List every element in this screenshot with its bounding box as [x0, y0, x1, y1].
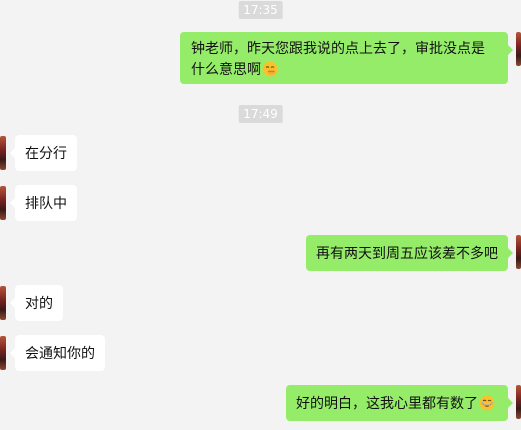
message-bubble-incoming[interactable]: 对的	[10, 285, 63, 321]
contact-avatar[interactable]	[0, 336, 6, 370]
grinning-face-icon	[479, 395, 495, 411]
message-bubble-incoming[interactable]: 排队中	[10, 185, 77, 221]
message-text: 会通知你的	[25, 346, 95, 362]
face-with-hand-over-mouth-icon	[262, 61, 278, 77]
my-avatar[interactable]	[516, 385, 521, 419]
timestamp: 17:35	[238, 1, 283, 19]
message-text: 排队中	[25, 196, 67, 212]
message-text: 好的明白，这我心里都有数了	[296, 396, 478, 412]
contact-avatar[interactable]	[0, 286, 6, 320]
message-text: 对的	[25, 296, 53, 312]
my-avatar[interactable]	[516, 235, 521, 269]
message-bubble-incoming[interactable]: 在分行	[10, 135, 77, 171]
message-text: 在分行	[25, 146, 67, 162]
message-bubble-outgoing[interactable]: 再有两天到周五应该差不多吧	[306, 235, 513, 271]
contact-avatar[interactable]	[0, 186, 6, 220]
message-bubble-outgoing[interactable]: 钟老师，昨天您跟我说的点上去了，审批没点是什么意思啊	[180, 32, 513, 84]
timestamp: 17:49	[238, 105, 283, 123]
message-text: 再有两天到周五应该差不多吧	[316, 246, 498, 262]
contact-avatar[interactable]	[0, 136, 6, 170]
my-avatar[interactable]	[516, 32, 521, 66]
message-bubble-incoming[interactable]: 会通知你的	[10, 335, 105, 371]
message-bubble-outgoing[interactable]: 好的明白，这我心里都有数了	[286, 385, 513, 421]
message-text: 钟老师，昨天您跟我说的点上去了，审批没点是什么意思啊	[191, 41, 485, 78]
